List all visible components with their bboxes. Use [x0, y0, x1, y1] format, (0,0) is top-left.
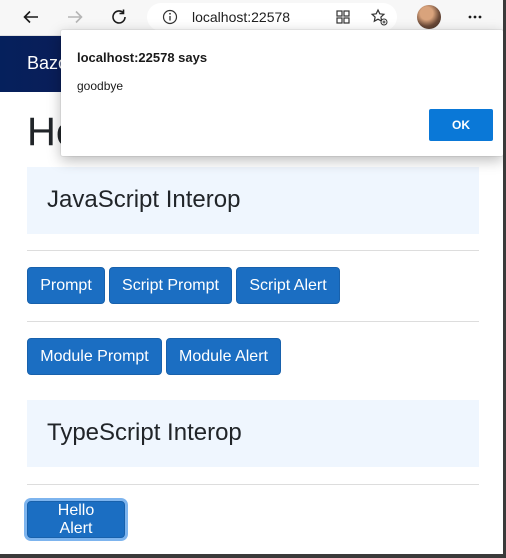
- divider: [27, 250, 479, 251]
- favorite-star-icon[interactable]: [370, 8, 388, 26]
- address-text: localhost:22578: [192, 9, 291, 25]
- hello-alert-button[interactable]: Hello Alert: [27, 501, 125, 538]
- script-alert-button[interactable]: Script Alert: [236, 267, 340, 304]
- js-interop-title: JavaScript Interop: [47, 186, 241, 213]
- ts-interop-section: TypeScript Interop: [27, 400, 479, 467]
- more-options-icon: [468, 15, 482, 19]
- back-arrow-icon: [23, 10, 38, 24]
- app-available-icon[interactable]: [335, 9, 351, 25]
- module-alert-button[interactable]: Module Alert: [166, 338, 281, 375]
- divider: [27, 484, 479, 485]
- ok-button[interactable]: OK: [429, 109, 493, 141]
- button-row-3: Hello Alert: [27, 501, 487, 538]
- refresh-icon: [112, 9, 126, 24]
- back-button[interactable]: [19, 5, 43, 29]
- prompt-button[interactable]: Prompt: [27, 267, 105, 304]
- forward-button[interactable]: [63, 5, 87, 29]
- info-icon: [162, 9, 178, 25]
- js-interop-section: JavaScript Interop: [27, 167, 479, 234]
- dialog-title: localhost:22578 says: [77, 50, 208, 65]
- more-menu-button[interactable]: [463, 5, 487, 29]
- button-row-2: Module Prompt Module Alert: [27, 338, 487, 375]
- ts-interop-title: TypeScript Interop: [47, 419, 242, 446]
- profile-avatar[interactable]: [417, 5, 441, 29]
- script-prompt-button[interactable]: Script Prompt: [109, 267, 232, 304]
- refresh-button[interactable]: [107, 5, 131, 29]
- alert-dialog: localhost:22578 says goodbye OK: [61, 30, 503, 156]
- address-bar[interactable]: localhost:22578: [147, 3, 397, 31]
- button-row-1: Prompt Script Prompt Script Alert: [27, 267, 487, 304]
- dialog-message: goodbye: [77, 79, 124, 93]
- forward-arrow-icon: [68, 10, 83, 24]
- divider: [27, 321, 479, 322]
- module-prompt-button[interactable]: Module Prompt: [27, 338, 162, 375]
